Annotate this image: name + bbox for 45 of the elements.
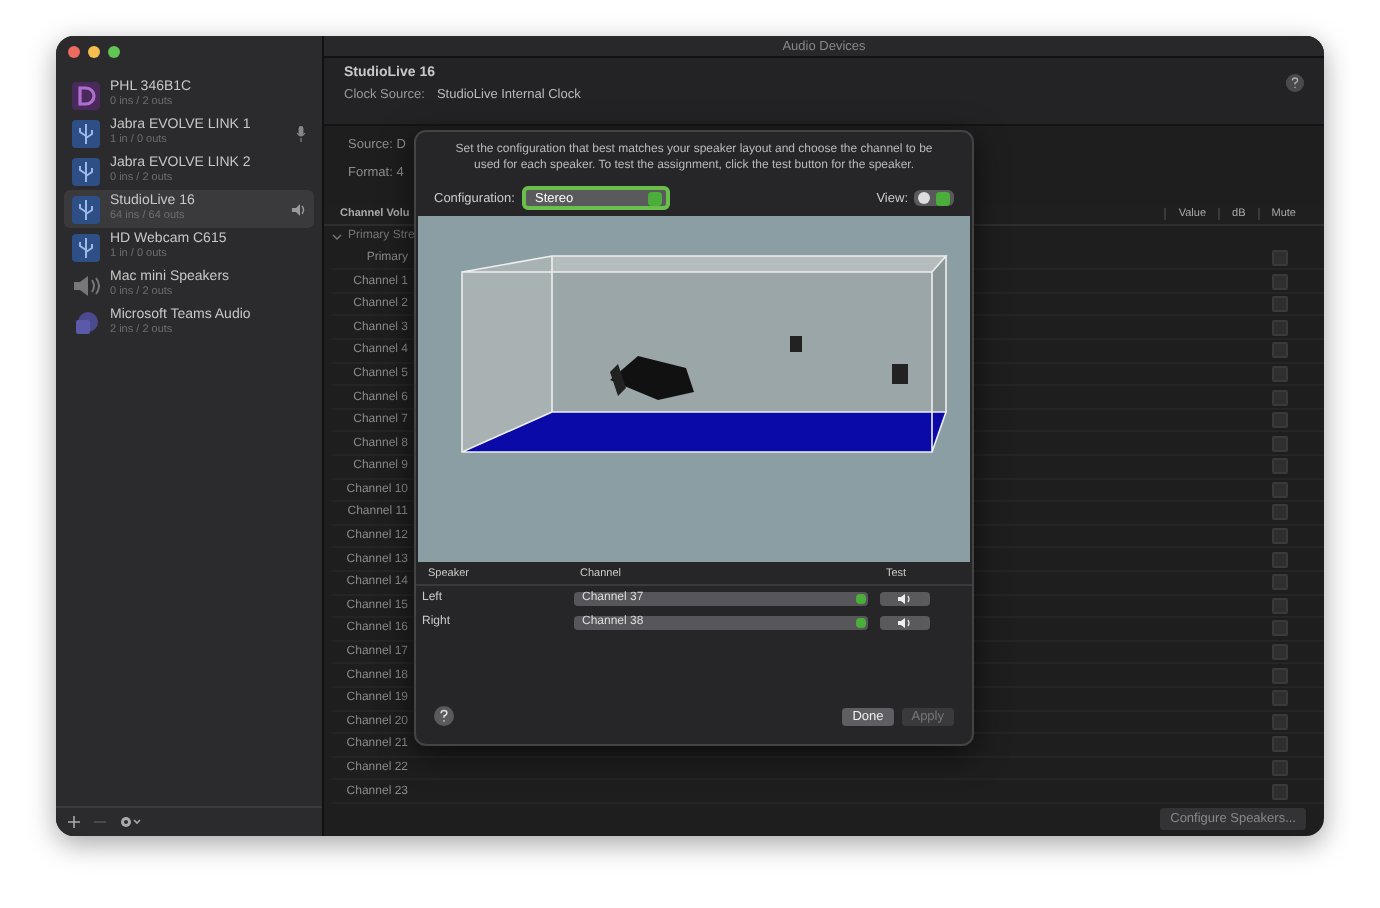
mute-checkbox[interactable] [1272, 667, 1288, 684]
mute-checkbox[interactable] [1272, 736, 1288, 753]
mute-checkbox[interactable] [1272, 713, 1288, 730]
usb-icon [72, 195, 100, 223]
view-dropdown[interactable] [914, 190, 954, 206]
mute-checkbox[interactable] [1272, 365, 1288, 382]
mute-checkbox[interactable] [1272, 760, 1288, 777]
test-button[interactable] [880, 615, 930, 629]
mute-checkbox[interactable] [1272, 620, 1288, 637]
help-icon[interactable] [1286, 74, 1304, 93]
mute-checkbox[interactable] [1272, 644, 1288, 661]
mute-checkbox[interactable] [1272, 319, 1288, 336]
mute-checkbox[interactable] [1272, 504, 1288, 521]
settings-icon[interactable] [120, 816, 142, 828]
mute-checkbox[interactable] [1272, 783, 1288, 800]
display-logo-icon [72, 81, 100, 109]
help-icon[interactable] [434, 706, 454, 726]
speaker-icon [72, 271, 100, 299]
mute-checkbox[interactable] [1272, 296, 1288, 313]
mute-checkbox[interactable] [1272, 551, 1288, 568]
add-icon[interactable] [68, 816, 80, 828]
mute-checkbox[interactable] [1272, 412, 1288, 429]
mute-checkbox[interactable] [1272, 249, 1288, 266]
chevron-icon[interactable] [332, 231, 342, 242]
usb-icon [72, 157, 100, 185]
close-button[interactable] [68, 46, 80, 58]
minimize-button[interactable] [88, 46, 100, 58]
mute-checkbox[interactable] [1272, 690, 1288, 707]
mute-checkbox[interactable] [1272, 273, 1288, 290]
mute-checkbox[interactable] [1272, 458, 1288, 475]
usb-icon [72, 119, 100, 147]
usb-icon [72, 233, 100, 261]
mute-checkbox[interactable] [1272, 342, 1288, 359]
mute-checkbox[interactable] [1272, 435, 1288, 452]
mute-checkbox[interactable] [1272, 481, 1288, 498]
view-icon [918, 192, 930, 204]
mute-checkbox[interactable] [1272, 574, 1288, 591]
mute-checkbox[interactable] [1272, 528, 1288, 545]
speaker-icon [898, 617, 912, 627]
zoom-button[interactable] [108, 46, 120, 58]
speaker-icon [898, 593, 912, 603]
mute-checkbox[interactable] [1272, 597, 1288, 614]
test-button[interactable] [880, 591, 930, 605]
teams-logo-icon [72, 309, 100, 337]
mute-checkbox[interactable] [1272, 389, 1288, 406]
